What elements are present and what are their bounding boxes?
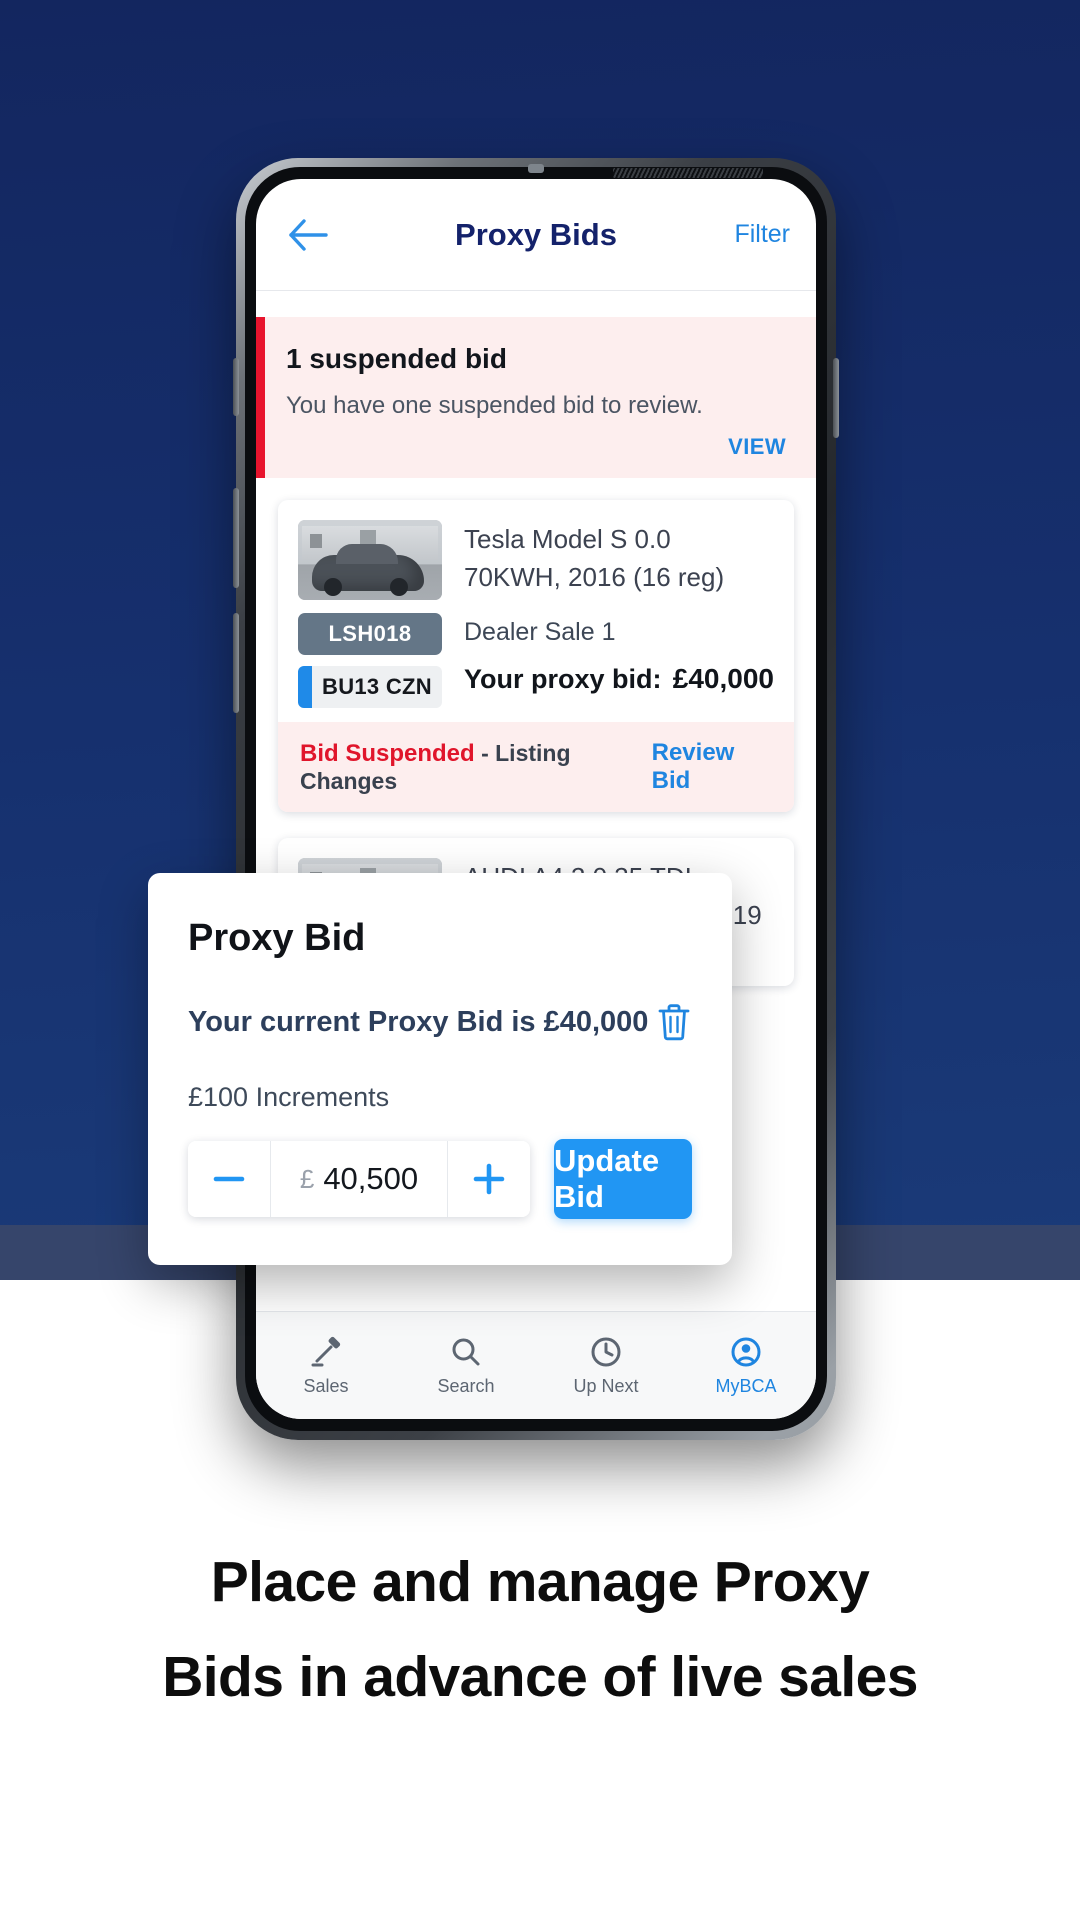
listing-status-bar: Bid Suspended - Listing Changes Review B… <box>278 722 794 812</box>
volume-down-button[interactable] <box>233 488 239 588</box>
nav-label: Up Next <box>573 1375 639 1396</box>
proxy-bid-value: £40,000 <box>672 663 774 694</box>
power-button[interactable] <box>833 358 839 438</box>
review-bid-button[interactable]: Review Bid <box>652 739 772 795</box>
earpiece-mesh <box>613 168 763 178</box>
plate-number: BU13 CZN <box>322 674 432 699</box>
promo-caption: Place and manage Proxy Bids in advance o… <box>0 1535 1080 1725</box>
proxy-bid-row: Your proxy bid: £40,000 <box>464 663 774 695</box>
status-text: Bid Suspended - Listing Changes <box>300 740 652 795</box>
back-button[interactable] <box>282 209 334 261</box>
bottom-navigation: Sales Search Up Next MyBCA <box>256 1311 816 1419</box>
listing-media-column: LSH018 BU13 CZN <box>298 520 442 708</box>
vehicle-thumbnail[interactable] <box>298 520 442 600</box>
increment-label: £100 Increments <box>188 1082 390 1112</box>
banner-action-row: VIEW <box>286 434 786 460</box>
search-icon <box>449 1335 483 1369</box>
promo-screenshot: Proxy Bids Filter 1 suspended bid You ha… <box>0 0 1080 1920</box>
caption-line-2: Bids in advance of live sales <box>162 1645 918 1709</box>
status-badge: Bid Suspended <box>300 739 475 767</box>
listing-body: LSH018 BU13 CZN Tesla Model S 0.0 70KWH,… <box>278 500 794 722</box>
registration-plate: BU13 CZN <box>298 666 442 708</box>
page-title: Proxy Bids <box>455 216 617 252</box>
proxy-bid-label: Your proxy bid: <box>464 664 662 694</box>
nav-item-search[interactable]: Search <box>396 1335 536 1397</box>
bid-amount-value: 40,500 <box>323 1161 419 1196</box>
lot-code-badge: LSH018 <box>298 613 442 655</box>
nav-label: Sales <box>303 1375 349 1396</box>
trash-icon[interactable] <box>656 1002 692 1042</box>
vehicle-title: Tesla Model S 0.0 70KWH, 2016 (16 reg) <box>464 524 725 592</box>
nav-item-up-next[interactable]: Up Next <box>536 1335 676 1397</box>
volume-up-button[interactable] <box>233 358 239 416</box>
clock-icon <box>589 1335 623 1369</box>
banner-container: 1 suspended bid You have one suspended b… <box>256 291 816 478</box>
view-suspended-button[interactable]: VIEW <box>728 434 786 459</box>
modal-title: Proxy Bid <box>188 917 366 959</box>
nav-label: MyBCA <box>715 1375 777 1396</box>
arrow-left-icon <box>287 218 329 252</box>
plus-icon <box>470 1160 508 1198</box>
current-bid-row: Your current Proxy Bid is £40,000 <box>188 1002 692 1042</box>
app-header: Proxy Bids Filter <box>256 179 816 291</box>
plate-eu-band <box>298 666 312 708</box>
minus-icon <box>210 1160 248 1198</box>
suspended-bid-banner: 1 suspended bid You have one suspended b… <box>256 317 816 478</box>
quantity-stepper: £ 40,500 <box>188 1141 530 1217</box>
gavel-icon <box>309 1335 343 1369</box>
banner-title: 1 suspended bid <box>286 343 507 374</box>
listing-info-column: Tesla Model S 0.0 70KWH, 2016 (16 reg) D… <box>464 520 774 708</box>
proxy-bid-modal: Proxy Bid Your current Proxy Bid is £40,… <box>148 873 732 1265</box>
currency-symbol: £ <box>299 1163 315 1194</box>
filter-button[interactable]: Filter <box>734 220 790 249</box>
person-icon <box>729 1335 763 1369</box>
nav-item-mybca[interactable]: MyBCA <box>676 1335 816 1397</box>
banner-subtitle: You have one suspended bid to review. <box>286 392 703 419</box>
caption-line-1: Place and manage Proxy <box>210 1550 870 1614</box>
bid-stepper-row: £ 40,500 Update Bid <box>188 1139 692 1219</box>
bid-amount-input[interactable]: £ 40,500 <box>270 1141 448 1217</box>
increment-button[interactable] <box>448 1141 530 1217</box>
speaker-grille <box>528 164 544 173</box>
list-item[interactable]: LSH018 BU13 CZN Tesla Model S 0.0 70KWH,… <box>278 500 794 812</box>
sale-name: Dealer Sale 1 <box>464 618 616 646</box>
nav-label: Search <box>437 1375 495 1396</box>
decrement-button[interactable] <box>188 1141 270 1217</box>
update-bid-button[interactable]: Update Bid <box>554 1139 692 1219</box>
nav-item-sales[interactable]: Sales <box>256 1335 396 1397</box>
assistant-button[interactable] <box>233 613 239 713</box>
current-bid-text: Your current Proxy Bid is £40,000 <box>188 1005 649 1038</box>
